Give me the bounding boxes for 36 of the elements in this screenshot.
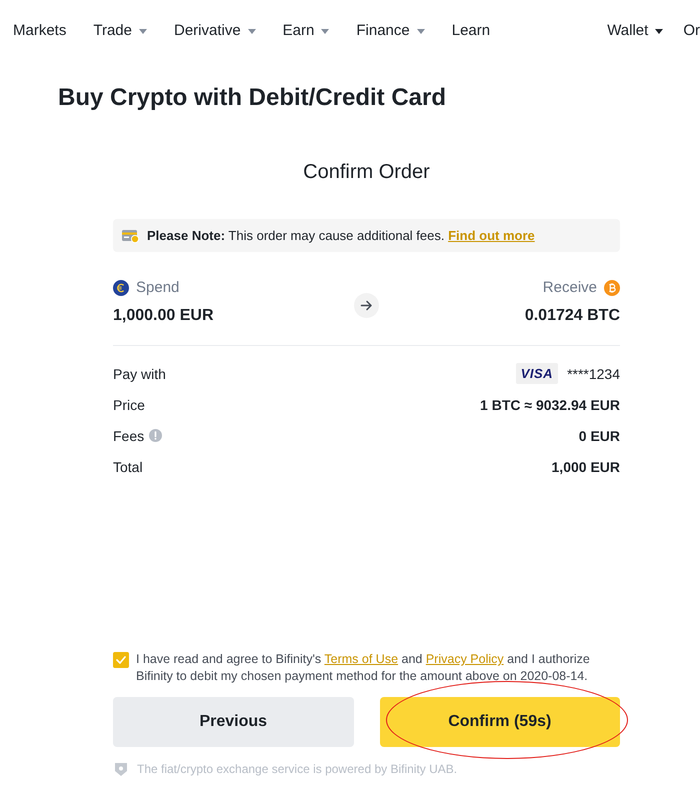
spend-label: Spend <box>136 278 180 298</box>
detail-value: 0 EUR <box>578 426 620 446</box>
note-text: Please Note: This order may cause additional fees. Find out more <box>147 227 535 244</box>
receive-amount: 0.01724 BTC <box>524 306 620 326</box>
nav-item[interactable]: Trade <box>93 21 147 41</box>
detail-label: Price <box>113 396 145 414</box>
previous-button[interactable]: Previous <box>113 697 354 747</box>
arrow-right-icon <box>354 292 379 318</box>
detail-label: Fees <box>113 426 144 446</box>
detail-label: Total <box>113 458 143 476</box>
nav-item[interactable]: Earn <box>282 21 330 41</box>
detail-label: Pay with <box>113 364 166 384</box>
checkmark-icon <box>116 656 126 664</box>
nav-item[interactable]: Learn <box>452 21 490 41</box>
card-icon <box>122 228 139 242</box>
section-title: Confirm Order <box>302 160 430 185</box>
agreement-text: I have read and agree to Bifinity's Terms of Use and Privacy Policy and I authorize Bifinity to debit my chosen payment method for the amount above on 2020-08-14. <box>136 651 591 685</box>
page-title: Buy Crypto with Debit/Credit Card <box>58 83 446 113</box>
shield-icon <box>115 762 127 776</box>
nav-item[interactable]: Wallet <box>607 21 664 41</box>
spend-amount: 1,000.00 EUR <box>113 306 214 326</box>
card-brand-logo: VISA <box>516 363 558 384</box>
card-number: ****1234 <box>567 364 620 384</box>
agreement-checkbox[interactable] <box>113 652 129 668</box>
nav-item[interactable]: Derivative <box>174 21 256 41</box>
bitcoin-coin-icon <box>604 280 620 296</box>
confirm-button[interactable]: Confirm (59s) <box>380 697 620 747</box>
euro-coin-icon <box>113 280 129 296</box>
info-icon[interactable] <box>149 429 162 442</box>
detail-value: 1 BTC ≈ 9032.94 EUR <box>480 396 620 414</box>
nav-item[interactable]: Or <box>683 21 700 41</box>
receive-label: Receive <box>542 278 597 298</box>
footer-note: The fiat/crypto exchange service is powered by Bifinity UAB. <box>137 761 458 777</box>
detail-value: 1,000 EUR <box>552 458 620 476</box>
nav-item[interactable]: Finance <box>356 21 425 41</box>
nav-item[interactable]: Markets <box>13 21 66 41</box>
